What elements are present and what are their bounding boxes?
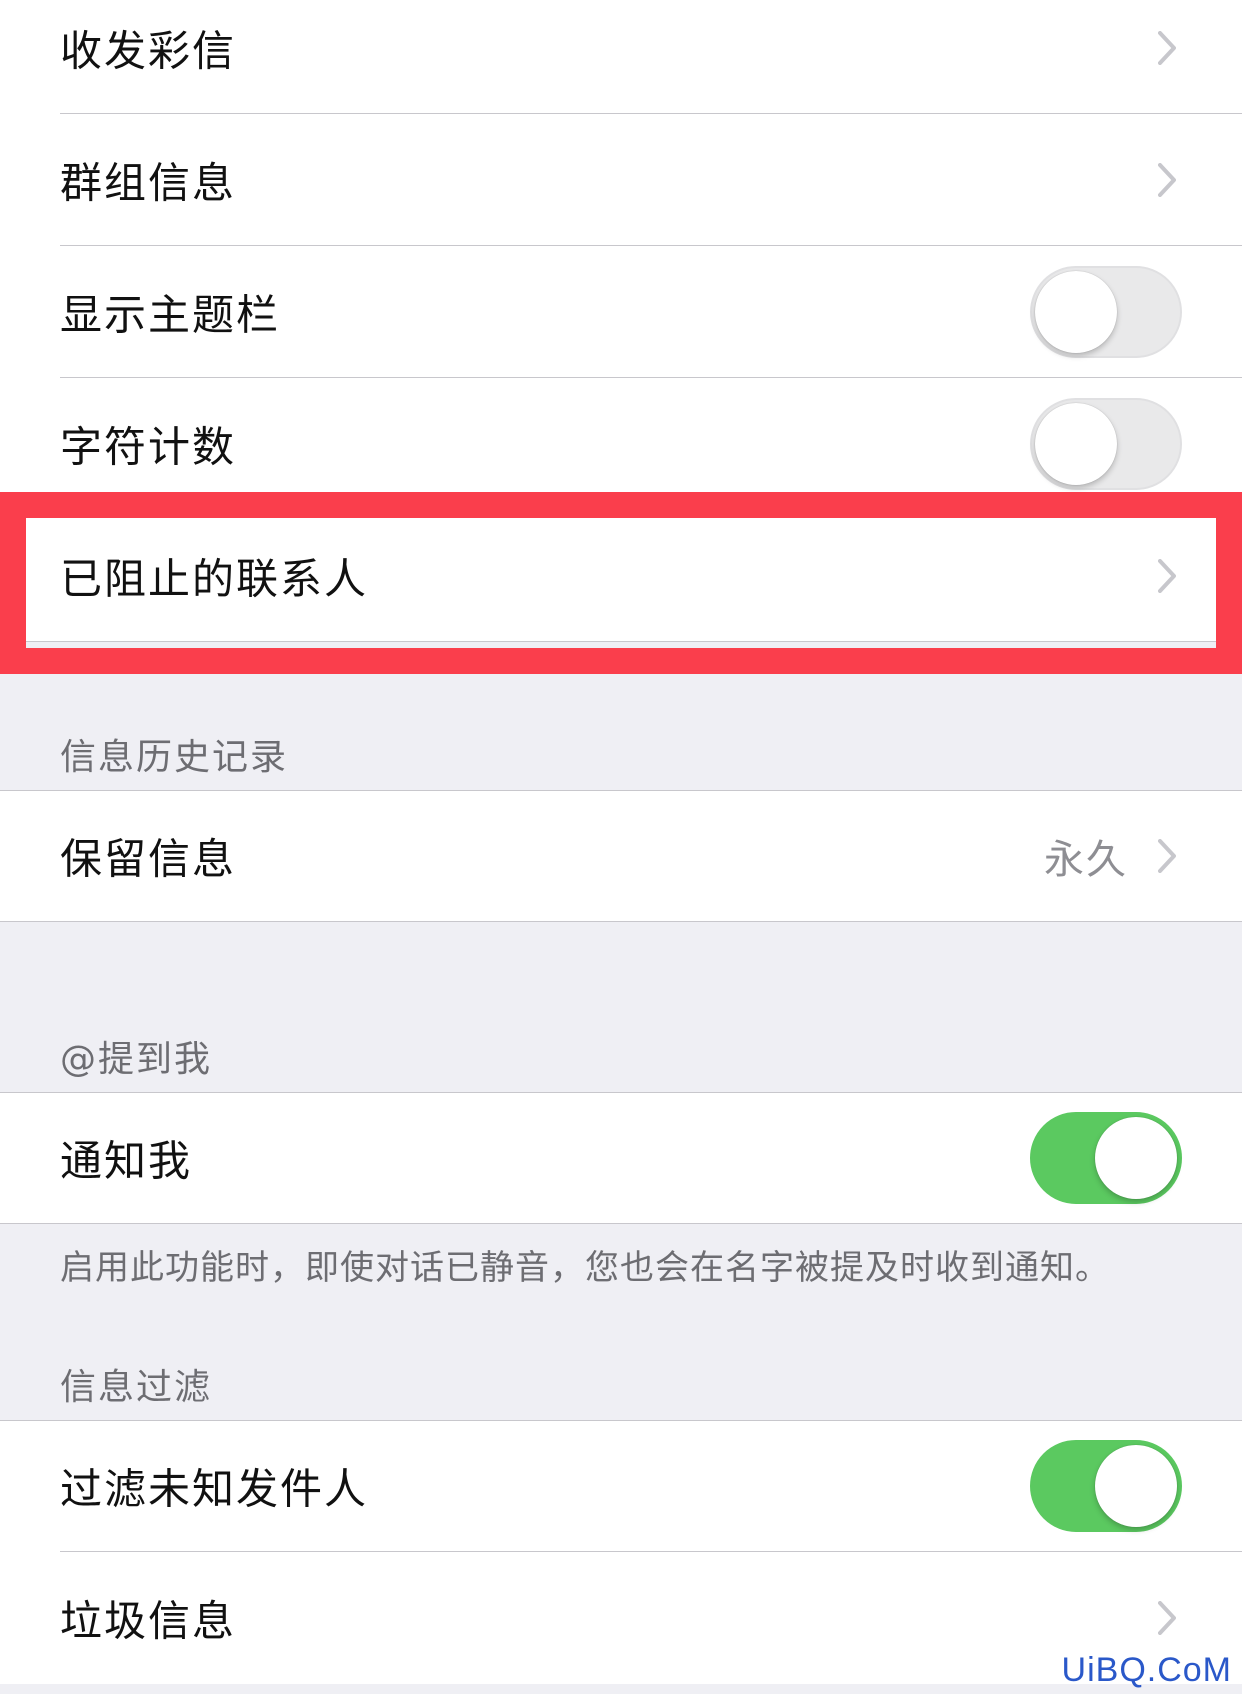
chevron-right-icon [1158,31,1176,65]
row-notify-me: 通知我 [0,1092,1242,1224]
row-blocked-contacts-label: 已阻止的联系人 [60,554,369,604]
row-character-count: 字符计数 [0,378,1242,510]
chevron-right-icon [1158,839,1176,873]
chevron-right-icon [1158,1601,1176,1635]
settings-group-history: 保留信息 永久 [0,790,1242,922]
show-subject-toggle[interactable] [1030,266,1182,358]
chevron-right-icon [1158,559,1176,593]
row-junk[interactable]: 垃圾信息 [0,1552,1242,1684]
watermark-text: UiBQ.CoM [1061,1651,1232,1689]
mentions-footer-note: 启用此功能时，即使对话已静音，您也会在名字被提及时收到通知。 [60,1248,1110,1288]
group-bottom-border [0,1223,1242,1224]
settings-group-main: 收发彩信 群组信息 显示主题栏 字符计数 已阻止的联系人 [0,0,1242,642]
filter-unknown-toggle[interactable] [1030,1440,1182,1532]
row-separator [0,641,1242,642]
row-notify-me-label: 通知我 [60,1136,193,1186]
row-keep-messages-label: 保留信息 [60,834,237,884]
group-bottom-border [0,921,1242,922]
row-keep-messages[interactable]: 保留信息 永久 [0,790,1242,922]
row-filter-unknown: 过滤未知发件人 [0,1420,1242,1552]
settings-group-mentions: 通知我 [0,1092,1242,1224]
row-mms-label: 收发彩信 [60,26,237,76]
keep-messages-value: 永久 [1044,837,1128,883]
section-header-history: 信息历史记录 [60,737,289,778]
toggle-knob [1095,1445,1177,1527]
row-show-subject: 显示主题栏 [0,246,1242,378]
row-mms[interactable]: 收发彩信 [0,0,1242,114]
section-header-mentions: @提到我 [60,1039,213,1080]
section-header-filter: 信息过滤 [60,1367,213,1408]
row-character-count-label: 字符计数 [60,422,237,472]
toggle-knob [1035,403,1117,485]
row-group-messaging[interactable]: 群组信息 [0,114,1242,246]
messages-settings-screen: 收发彩信 群组信息 显示主题栏 字符计数 已阻止的联系人 信息历史记录 保留信息… [0,0,1242,1694]
row-junk-label: 垃圾信息 [60,1596,237,1646]
toggle-knob [1095,1117,1177,1199]
toggle-knob [1035,271,1117,353]
row-group-messaging-label: 群组信息 [60,158,237,208]
notify-me-toggle[interactable] [1030,1112,1182,1204]
character-count-toggle[interactable] [1030,398,1182,490]
settings-group-filter: 过滤未知发件人 垃圾信息 [0,1420,1242,1684]
row-filter-unknown-label: 过滤未知发件人 [60,1464,369,1514]
row-show-subject-label: 显示主题栏 [60,290,281,340]
chevron-right-icon [1158,163,1176,197]
row-blocked-contacts[interactable]: 已阻止的联系人 [0,510,1242,642]
